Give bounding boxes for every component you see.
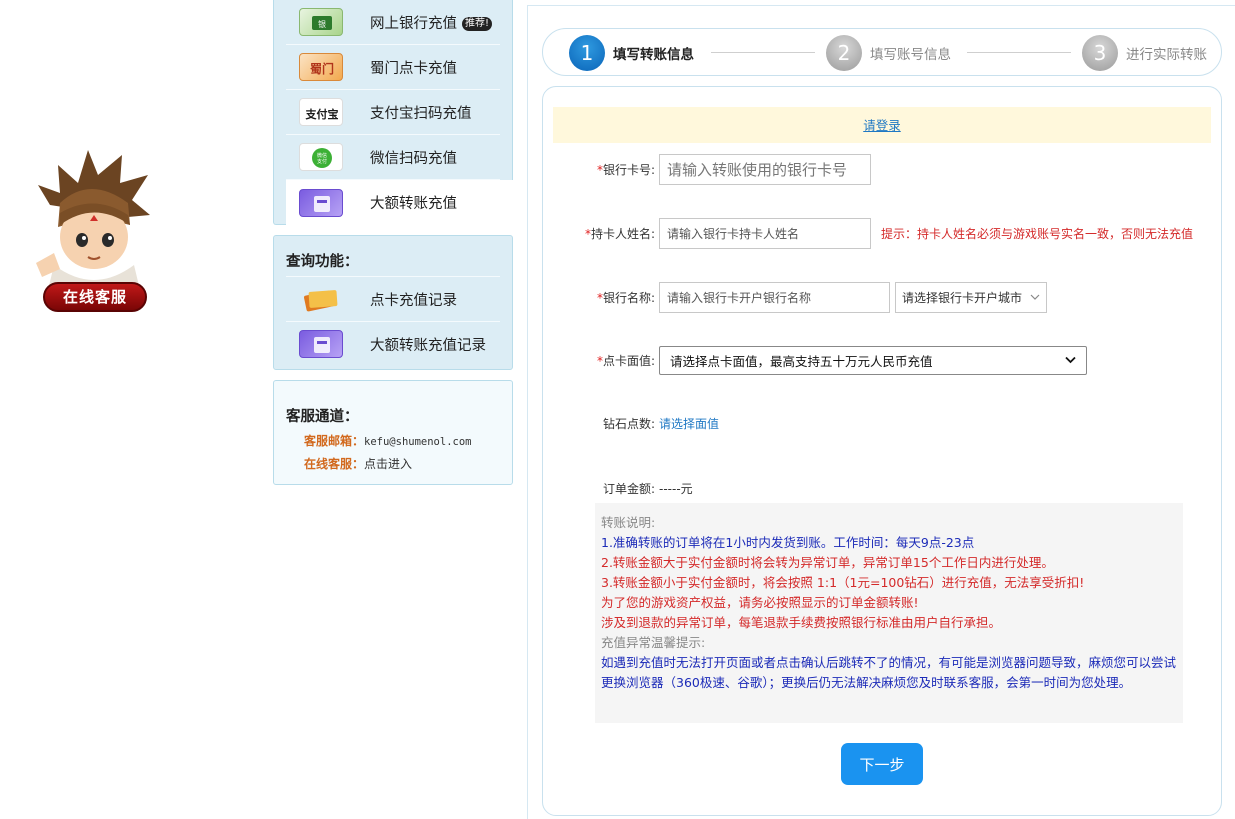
tips-text: 如遇到充值时无法打开页面或者点击确认后跳转不了的情况，有可能是浏览器问题导致，麻…	[601, 655, 1177, 690]
query-panel-title: 查询功能：	[286, 254, 359, 270]
login-notice-bar: 请登录	[553, 107, 1211, 143]
notes-line: 为了您的游戏资产权益，请务必按照显示的订单金额转账!	[601, 595, 919, 610]
content-divider	[527, 5, 528, 819]
holder-name-row: *持卡人姓名: 请输入银行卡持卡人姓名 提示：持卡人姓名必须与游戏账号实名一致，…	[543, 218, 1193, 249]
step-indicator: 1 填写转账信息 2 填写账号信息 3 进行实际转账	[542, 28, 1222, 76]
menu-item-transfer-record[interactable]: 大额转账充值记录	[286, 321, 500, 366]
login-link[interactable]: 请登录	[863, 118, 901, 133]
bank-name-input[interactable]: 请输入银行卡开户银行名称	[659, 282, 890, 313]
notes-line: 涉及到退款的异常订单，每笔退款手续费按照银行标准由用户自行承担。	[601, 615, 1002, 630]
wechat-pay-icon: 微信 支付	[299, 143, 343, 171]
svg-text:微信: 微信	[317, 152, 327, 159]
page: 在线客服 银 网上银行充值 推荐! 蜀门 蜀门点卡充值 支付宝 支付宝扫码充值 微…	[0, 0, 1235, 819]
menu-item-label: 大额转账充值	[370, 196, 457, 212]
chevron-down-icon	[1065, 354, 1076, 367]
svg-text:银: 银	[318, 19, 326, 29]
step-label: 填写账号信息	[870, 47, 951, 63]
step-1: 1 填写转账信息	[569, 35, 694, 71]
menu-item-online-bank[interactable]: 银 网上银行充值 推荐!	[286, 0, 500, 45]
shumen-card-icon: 蜀门	[299, 53, 343, 81]
card-number-input[interactable]: 请输入转账使用的银行卡号	[659, 154, 871, 185]
tips-title: 充值异常温馨提示:	[601, 635, 706, 650]
menu-item-label: 支付宝扫码充值	[370, 105, 472, 122]
step-number: 2	[826, 35, 862, 71]
bank-city-select[interactable]: 请选择银行卡开户城市	[895, 282, 1047, 313]
step-label: 进行实际转账	[1126, 47, 1207, 63]
notes-line: 1.准确转账的订单将在1小时内发货到账。工作时间：每天9点-23点	[601, 535, 975, 550]
order-amount-value: -----元	[659, 482, 693, 496]
menu-item-label: 点卡充值记录	[370, 292, 457, 309]
service-panel-title: 客服通道：	[286, 409, 359, 425]
notes-title: 转账说明:	[601, 515, 656, 530]
svg-text:支付宝: 支付宝	[305, 107, 339, 121]
chevron-down-icon	[1030, 291, 1040, 304]
service-email-row: 客服邮箱：kefu@shumenol.com	[274, 426, 512, 449]
menu-item-wechat-pay[interactable]: 微信 支付 微信扫码充值	[286, 135, 500, 180]
menu-item-label: 蜀门点卡充值	[370, 60, 457, 77]
transfer-notes: 转账说明: 1.准确转账的订单将在1小时内发货到账。工作时间：每天9点-23点 …	[595, 503, 1183, 723]
notes-line: 2.转账金额大于实付金额时将会转为异常订单，异常订单15个工作日内进行处理。	[601, 555, 1054, 570]
holder-name-label: 持卡人姓名:	[590, 227, 655, 241]
transfer-card-icon	[299, 188, 343, 217]
step-label: 填写转账信息	[613, 47, 694, 63]
card-amount-select-value: 请选择点卡面值，最高支持五十万元人民币充值	[670, 354, 933, 369]
card-number-label: 银行卡号:	[602, 163, 655, 177]
step-number: 3	[1082, 35, 1118, 71]
service-email-label: 客服邮箱：	[304, 434, 365, 448]
online-service-mascot[interactable]: 在线客服	[30, 145, 160, 315]
svg-text:支付: 支付	[317, 158, 327, 165]
recommend-badge: 推荐!	[462, 16, 493, 31]
notes-line: 3.转账金额小于实付金额时，将会按照 1:1（1元=100钻石）进行充值，无法享…	[601, 575, 1085, 590]
bank-card-icon: 银	[299, 8, 343, 36]
mascot-character-icon	[36, 150, 150, 290]
menu-item-large-transfer[interactable]: 大额转账充值	[286, 180, 513, 225]
service-online-label: 在线客服：	[304, 457, 365, 471]
alipay-icon: 支付宝	[299, 98, 343, 126]
transfer-form: 请登录 *银行卡号: 请输入转账使用的银行卡号 *持卡人姓名: 请输入银行卡持卡…	[542, 86, 1222, 816]
diamond-points-label: 钻石点数:	[602, 417, 655, 431]
menu-item-label: 微信扫码充值	[370, 150, 457, 167]
step-connector	[967, 52, 1071, 53]
bank-name-label: 银行名称:	[602, 291, 655, 305]
card-amount-select[interactable]: 请选择点卡面值，最高支持五十万元人民币充值	[659, 346, 1087, 375]
order-amount-row: 订单金额: -----元	[543, 480, 693, 497]
step-number: 1	[569, 35, 605, 71]
bank-city-select-value: 请选择银行卡开户城市	[902, 291, 1023, 305]
online-service-badge[interactable]: 在线客服	[43, 282, 147, 312]
payment-method-menu: 银 网上银行充值 推荐! 蜀门 蜀门点卡充值 支付宝 支付宝扫码充值 微信 支付 微…	[273, 0, 513, 225]
query-panel: 查询功能： 点卡充值记录 大额转账充值记录	[273, 235, 513, 370]
menu-item-label: 网上银行充值	[370, 15, 457, 32]
card-amount-row: *点卡面值: 请选择点卡面值，最高支持五十万元人民币充值	[543, 346, 1087, 375]
service-online-link[interactable]: 点击进入	[364, 457, 412, 471]
menu-item-label: 大额转账充值记录	[370, 337, 486, 354]
card-amount-label: 点卡面值:	[602, 354, 655, 368]
content-top-border	[527, 5, 1235, 6]
menu-item-card-record[interactable]: 点卡充值记录	[286, 276, 500, 321]
transfer-record-icon	[299, 330, 343, 358]
next-step-button[interactable]: 下一步	[841, 743, 923, 785]
step-3: 3 进行实际转账	[1082, 35, 1207, 71]
diamond-points-row: 钻石点数: 请选择面值	[543, 415, 719, 432]
menu-item-alipay[interactable]: 支付宝 支付宝扫码充值	[286, 90, 500, 135]
holder-name-hint: 提示：持卡人姓名必须与游戏账号实名一致，否则无法充值	[881, 227, 1194, 241]
holder-name-input[interactable]: 请输入银行卡持卡人姓名	[659, 218, 871, 249]
order-amount-label: 订单金额:	[602, 482, 655, 496]
service-online-row: 在线客服：点击进入	[274, 449, 512, 472]
customer-service-panel: 客服通道： 客服邮箱：kefu@shumenol.com 在线客服：点击进入	[273, 380, 513, 485]
step-connector	[711, 52, 815, 53]
menu-item-shumen-card[interactable]: 蜀门 蜀门点卡充值	[286, 45, 500, 90]
card-record-icon	[299, 285, 343, 313]
diamond-points-value: 请选择面值	[659, 417, 720, 431]
step-2: 2 填写账号信息	[826, 35, 951, 71]
card-number-row: *银行卡号: 请输入转账使用的银行卡号	[543, 154, 871, 185]
svg-text:蜀门: 蜀门	[310, 61, 334, 76]
bank-name-row: *银行名称: 请输入银行卡开户银行名称 请选择银行卡开户城市	[543, 282, 1047, 313]
service-email[interactable]: kefu@shumenol.com	[364, 436, 471, 448]
